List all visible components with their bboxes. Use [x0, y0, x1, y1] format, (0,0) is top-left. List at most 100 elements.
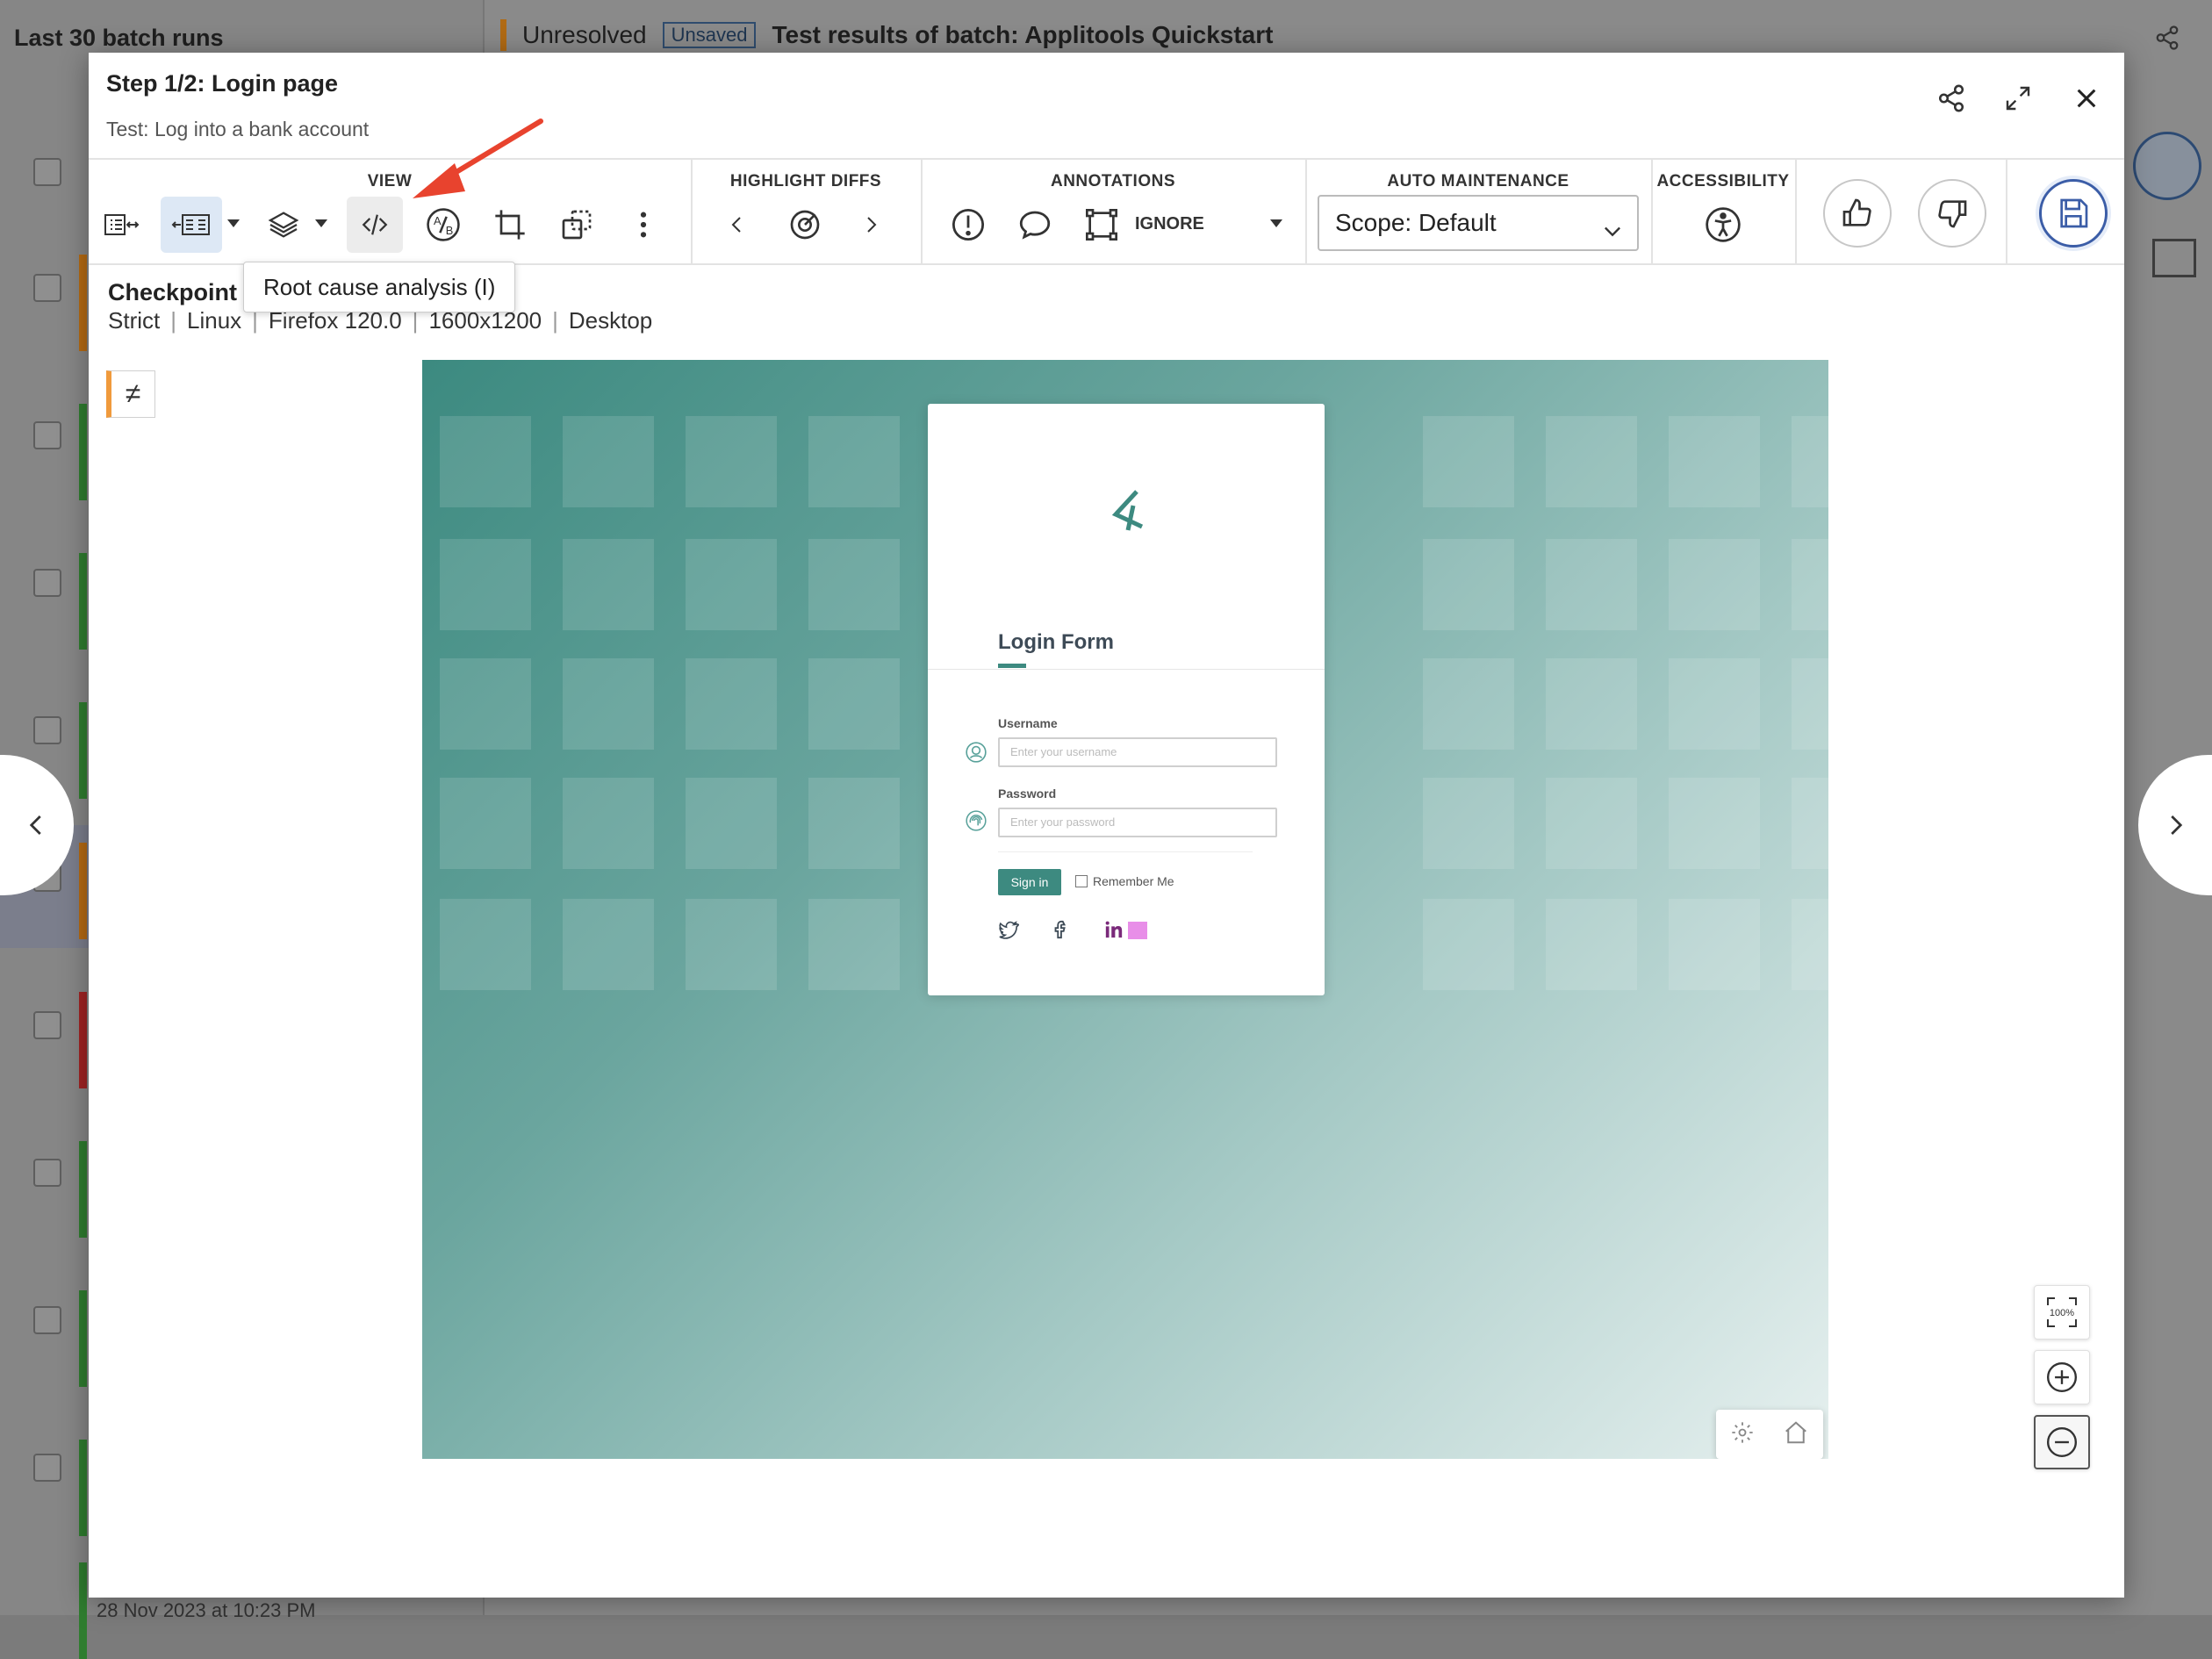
expand-icon[interactable] [1999, 79, 2037, 118]
background-tile [1546, 899, 1637, 990]
row-status-bar [79, 1440, 87, 1536]
row-checkbox[interactable] [33, 274, 61, 302]
issue-icon[interactable] [940, 197, 996, 253]
row-checkbox[interactable] [33, 716, 61, 744]
background-tile [1669, 658, 1760, 750]
status-bar [500, 19, 506, 51]
row-checkbox[interactable] [33, 1454, 61, 1482]
background-tile [440, 539, 531, 630]
remark-icon[interactable] [1007, 197, 1063, 253]
checkpoint-screenshot: Login Form Username Enter your username … [422, 360, 1828, 1459]
login-card: Login Form Username Enter your username … [928, 404, 1325, 995]
region-compare-icon[interactable] [549, 197, 605, 253]
scope-select[interactable]: Scope: Default [1318, 195, 1639, 251]
thumbs-down-icon[interactable] [1918, 179, 1986, 248]
annotations-label: ANNOTATIONS [1050, 172, 1175, 190]
layers-dropdown-icon[interactable] [315, 219, 327, 227]
next-diff-icon[interactable] [844, 197, 900, 253]
row-checkbox[interactable] [33, 1159, 61, 1187]
diff-toggle-button[interactable]: ≠ [106, 370, 155, 418]
save-button[interactable] [2039, 179, 2108, 248]
linkedin-icon [1103, 920, 1124, 944]
ignore-region-icon[interactable] [1074, 197, 1130, 253]
row-status-bar [79, 1290, 87, 1387]
view-mode-dropdown-icon[interactable] [227, 219, 240, 227]
previous-diff-icon[interactable] [708, 197, 765, 253]
table-settings-icon[interactable] [2152, 239, 2196, 277]
row-checkbox[interactable] [33, 1011, 61, 1039]
thumbs-up-icon[interactable] [1823, 179, 1892, 248]
login-form-title: Login Form [998, 630, 1114, 654]
view-section: VIEW AB [89, 160, 693, 263]
toolbar: VIEW AB HIGHLIGHT DIFFS ANNOTATIONS IGNO… [89, 158, 2124, 265]
row-status-bar [79, 1562, 87, 1659]
remember-me: Remember Me [1075, 874, 1174, 888]
select-all-checkbox[interactable] [33, 158, 61, 186]
remember-label: Remember Me [1093, 874, 1174, 888]
background-save-button[interactable] [2133, 132, 2201, 200]
username-label: Username [998, 716, 1058, 730]
chevron-down-icon [1600, 209, 1625, 262]
more-options-icon[interactable] [615, 197, 672, 253]
background-tile [1546, 539, 1637, 630]
row-checkbox[interactable] [33, 569, 61, 597]
ignore-label[interactable]: IGNORE [1135, 214, 1204, 234]
home-icon [1783, 1419, 1809, 1450]
os-name: Linux [187, 307, 242, 334]
annotation-type-dropdown-icon[interactable] [1270, 219, 1282, 227]
zoom-in-icon[interactable] [2034, 1350, 2090, 1404]
scope-value: Scope: Default [1335, 209, 1497, 236]
background-tile [563, 539, 654, 630]
background-tile [1669, 778, 1760, 869]
app-logo [1107, 488, 1147, 538]
gear-icon [1730, 1420, 1755, 1449]
background-tile [563, 899, 654, 990]
background-tile [808, 658, 900, 750]
checkpoint-title: Checkpoint [108, 279, 238, 305]
background-tile [440, 778, 531, 869]
user-icon [965, 741, 988, 764]
background-tile [563, 658, 654, 750]
background-tile [440, 658, 531, 750]
background-tile [1792, 658, 1828, 750]
zoom-reset-label: 100% [2050, 1308, 2074, 1318]
background-tile [808, 539, 900, 630]
highlight-diffs-icon[interactable] [777, 197, 833, 253]
annotations-section: ANNOTATIONS IGNORE [921, 160, 1307, 263]
background-tile [808, 899, 900, 990]
highlight-diffs-section: HIGHLIGHT DIFFS [691, 160, 923, 263]
side-by-side-icon[interactable] [103, 197, 161, 253]
share-icon[interactable] [2154, 25, 2180, 58]
accessibility-icon[interactable] [1695, 197, 1751, 253]
zoom-reset-button[interactable]: 100% [2034, 1285, 2090, 1339]
share-icon[interactable] [1932, 79, 1971, 118]
single-view-icon[interactable] [161, 197, 222, 253]
background-tile [1669, 899, 1760, 990]
row-status-bar [79, 404, 87, 500]
twitter-icon [998, 920, 1020, 944]
diff-highlight-marker [1128, 922, 1147, 939]
background-tile [1546, 416, 1637, 507]
zoom-out-icon[interactable] [2034, 1415, 2090, 1469]
svg-text:B: B [446, 224, 454, 237]
auto-maintenance-label: AUTO MAINTENANCE [1387, 172, 1569, 190]
background-tile [808, 778, 900, 869]
row-checkbox[interactable] [33, 421, 61, 449]
root-cause-analysis-tooltip: Root cause analysis (I) [243, 262, 516, 312]
close-icon[interactable] [2067, 79, 2106, 118]
form-divider [998, 851, 1253, 852]
row-checkbox[interactable] [33, 1306, 61, 1334]
background-tile [686, 778, 777, 869]
background-tile [1423, 416, 1514, 507]
verdict-section [1795, 160, 2007, 263]
background-tile [686, 658, 777, 750]
background-tile [686, 416, 777, 507]
root-cause-analysis-icon[interactable] [347, 197, 403, 253]
layers-icon[interactable] [255, 197, 312, 253]
device-type: Desktop [568, 307, 653, 334]
batch-list-title: Last 30 batch runs [14, 25, 224, 51]
fingerprint-icon [965, 809, 988, 832]
username-input: Enter your username [998, 737, 1277, 767]
background-tile [1792, 899, 1828, 990]
background-tile [440, 416, 531, 507]
